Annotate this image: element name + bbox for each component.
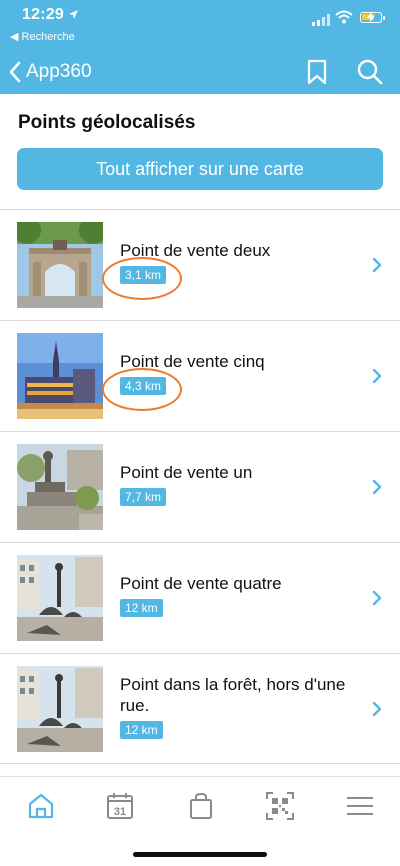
back-button-label: App360 bbox=[26, 61, 92, 82]
navigation-bar: App360 bbox=[0, 50, 400, 94]
section-title: Points géolocalisés bbox=[18, 112, 196, 133]
point-thumbnail bbox=[17, 444, 103, 530]
point-title: Point de vente un bbox=[120, 463, 253, 482]
chevron-right-icon bbox=[372, 368, 382, 384]
chevron-right-icon bbox=[372, 701, 382, 717]
list-item[interactable]: Point dans la forêt, hors d'une rue. 12 … bbox=[0, 653, 400, 764]
bookmark-icon[interactable] bbox=[306, 59, 328, 85]
show-all-on-map-button[interactable]: Tout afficher sur une carte bbox=[17, 148, 383, 190]
point-thumbnail bbox=[17, 222, 103, 308]
calendar-icon[interactable]: 31 bbox=[105, 791, 135, 821]
status-time: 12:29 bbox=[22, 6, 64, 23]
wifi-icon bbox=[335, 10, 353, 24]
point-thumbnail bbox=[17, 555, 103, 641]
distance-badge: 4,3 km bbox=[120, 377, 167, 395]
distance-badge: 12 km bbox=[120, 721, 163, 739]
battery-icon bbox=[360, 11, 385, 23]
point-title: Point de vente deux bbox=[120, 241, 271, 260]
cellular-signal-icon bbox=[312, 14, 330, 26]
distance-badge: 3,1 km bbox=[120, 266, 167, 284]
chevron-right-icon bbox=[372, 590, 382, 606]
point-title: Point de vente quatre bbox=[120, 574, 282, 593]
search-icon[interactable] bbox=[356, 58, 384, 86]
list-item[interactable]: Point de vente un 7,7 km bbox=[0, 431, 400, 542]
qr-code-icon[interactable] bbox=[265, 791, 295, 821]
list-item[interactable]: Point de vente deux 3,1 km bbox=[0, 209, 400, 320]
back-to-app-link[interactable]: ◀ Recherche bbox=[10, 30, 75, 43]
home-icon[interactable] bbox=[26, 791, 56, 821]
list-item[interactable]: Point de vente quatre 12 km bbox=[0, 542, 400, 653]
chevron-right-icon bbox=[372, 479, 382, 495]
list-item[interactable]: Point de vente cinq 4,3 km bbox=[0, 320, 400, 431]
home-indicator bbox=[133, 852, 267, 857]
distance-badge: 7,7 km bbox=[120, 488, 167, 506]
menu-icon[interactable] bbox=[345, 791, 375, 821]
points-list: Point de vente deux 3,1 km Point de vent… bbox=[0, 209, 400, 764]
status-bar: 12:29 ◀ Recherche bbox=[0, 0, 400, 46]
point-thumbnail bbox=[17, 666, 103, 752]
chevron-left-icon bbox=[9, 61, 21, 83]
top-bar: 12:29 ◀ Recherche App360 bbox=[0, 0, 400, 94]
point-thumbnail bbox=[17, 333, 103, 419]
calendar-day: 31 bbox=[114, 806, 126, 818]
chevron-right-icon bbox=[372, 257, 382, 273]
point-title: Point de vente cinq bbox=[120, 352, 265, 371]
shopping-bag-icon[interactable] bbox=[186, 791, 216, 821]
back-button[interactable]: App360 bbox=[8, 58, 92, 86]
point-title: Point dans la forêt, hors d'une rue. bbox=[120, 675, 346, 715]
location-arrow-icon bbox=[69, 10, 78, 19]
distance-badge: 12 km bbox=[120, 599, 163, 617]
